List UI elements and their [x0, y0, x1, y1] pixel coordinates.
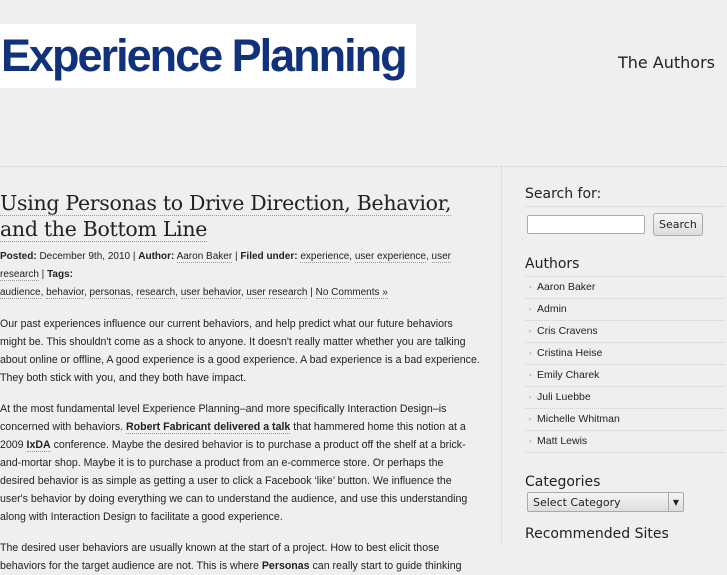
sidebar: Search for: Search Authors ▸ Aaron Baker … — [525, 186, 725, 546]
recommended-heading: Recommended Sites — [525, 526, 669, 542]
authors-list: ▸ Aaron Baker ▸ Admin ▸ Cris Cravens ▸ Crist… — [525, 277, 725, 453]
robert-fabricant-link[interactable]: Robert Fabricant — [126, 421, 211, 434]
author-link[interactable]: Michelle Whitman — [537, 409, 620, 430]
sidebar-divider — [501, 167, 502, 545]
tag-link[interactable]: audience — [0, 287, 41, 299]
tag-link[interactable]: research — [136, 287, 176, 299]
tags-label: Tags: — [47, 269, 73, 280]
author-link[interactable]: Cristina Heise — [537, 343, 602, 364]
search-input[interactable] — [527, 215, 645, 234]
author-link[interactable]: Emily Charek — [537, 365, 599, 386]
author-item[interactable]: ▸ Michelle Whitman — [525, 409, 725, 431]
delivered-talk-link[interactable]: delivered a talk — [213, 421, 291, 434]
search-heading: Search for: — [525, 186, 725, 207]
tag-link[interactable]: user research — [246, 287, 308, 299]
author-item[interactable]: ▸ Aaron Baker — [525, 277, 725, 299]
header-divider — [0, 166, 727, 167]
authors-heading: Authors — [525, 256, 725, 277]
categories-heading: Categories — [525, 474, 601, 490]
post-title[interactable]: Using Personas to Drive Direction, Behav… — [0, 190, 480, 242]
post-paragraph-3: The desired user behaviors are usually k… — [0, 539, 480, 575]
author-item[interactable]: ▸ Cristina Heise — [525, 343, 725, 365]
author-link[interactable]: Aaron Baker — [537, 277, 595, 298]
category-link[interactable]: user experience — [354, 251, 426, 263]
text: conference. Maybe the desired behavior i… — [0, 439, 468, 523]
author-link[interactable]: Matt Lewis — [537, 431, 587, 452]
logo-text: Experience Planning — [1, 30, 408, 81]
post-paragraph-2: At the most fundamental level Experience… — [0, 400, 480, 526]
author-item[interactable]: ▸ Juli Luebbe — [525, 387, 725, 409]
bullet-icon: ▸ — [529, 372, 533, 379]
nav-the-authors[interactable]: The Authors — [618, 53, 715, 72]
text: can really start to guide thinking — [309, 560, 462, 572]
tag-link[interactable]: user behavior — [180, 287, 241, 299]
author-link[interactable]: Aaron Baker — [176, 251, 233, 263]
category-link[interactable]: experience — [300, 251, 350, 263]
post-paragraph-1: Our past experiences influence our curre… — [0, 318, 480, 384]
author-item[interactable]: ▸ Matt Lewis — [525, 431, 725, 453]
category-select[interactable]: Select Category ▼ — [527, 492, 684, 512]
tag-link[interactable]: behavior — [46, 287, 84, 299]
bullet-icon: ▸ — [529, 416, 533, 423]
post-meta: Posted: December 9th, 2010 | Author: Aar… — [0, 251, 451, 299]
category-select-value: Select Category — [533, 495, 621, 509]
author-item[interactable]: ▸ Emily Charek — [525, 365, 725, 387]
bullet-icon: ▸ — [529, 284, 533, 291]
ixda-link[interactable]: IxDA — [26, 439, 51, 452]
author-item[interactable]: ▸ Cris Cravens — [525, 321, 725, 343]
bullet-icon: ▸ — [529, 350, 533, 357]
post-date: December 9th, 2010 — [39, 251, 131, 262]
bullet-icon: ▸ — [529, 328, 533, 335]
author-item[interactable]: ▸ Admin — [525, 299, 725, 321]
tag-link[interactable]: personas — [89, 287, 131, 299]
author-link[interactable]: Cris Cravens — [537, 321, 598, 342]
author-link[interactable]: Admin — [537, 299, 567, 320]
search-form: Search — [525, 213, 725, 236]
bullet-icon: ▸ — [529, 438, 533, 445]
search-button[interactable]: Search — [653, 213, 703, 236]
personas-bold: Personas — [261, 560, 310, 572]
filed-label: Filed under: — [240, 251, 298, 262]
author-label: Author: — [138, 251, 175, 262]
comments-link[interactable]: No Comments » — [315, 287, 388, 299]
post: Using Personas to Drive Direction, Behav… — [0, 190, 480, 575]
bullet-icon: ▸ — [529, 306, 533, 313]
posted-label: Posted: — [0, 251, 37, 262]
post-title-link[interactable]: Using Personas to Drive Direction, Behav… — [0, 191, 451, 242]
bullet-icon: ▸ — [529, 394, 533, 401]
author-link[interactable]: Juli Luebbe — [537, 387, 591, 408]
site-logo[interactable]: Experience Planning — [0, 24, 416, 88]
chevron-down-icon: ▼ — [668, 493, 683, 511]
